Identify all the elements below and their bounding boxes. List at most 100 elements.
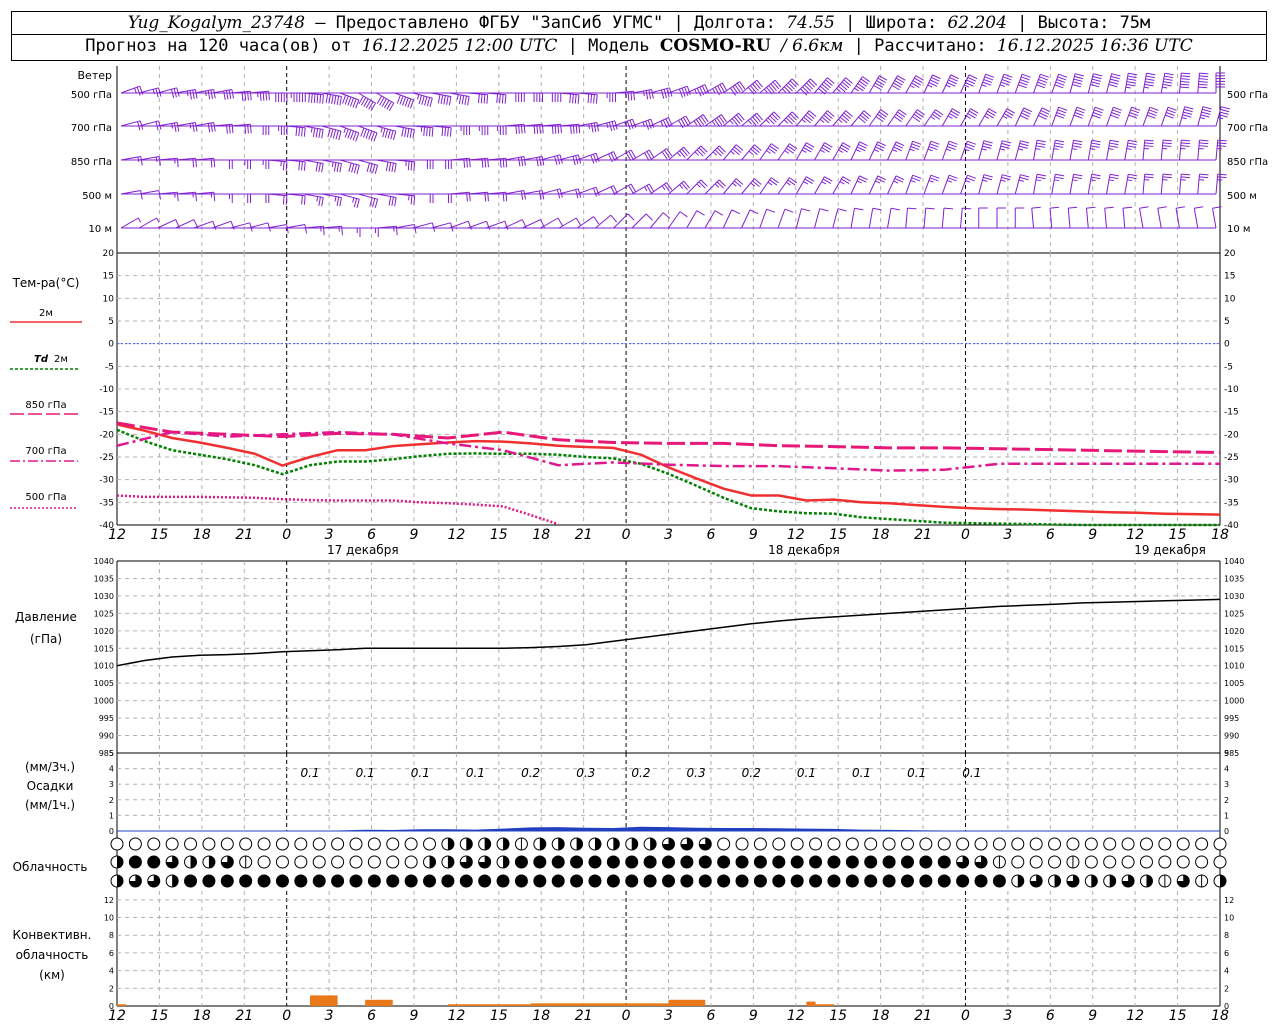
wind-barb-4-60 [1212,208,1217,229]
wind-flag-0-10-2 [316,94,319,104]
cloud-symbol-2-45 [937,874,951,888]
wind-flag-0-29-2 [663,89,667,99]
series-line-t500 [116,494,559,526]
cloud-symbol-1-59 [1195,855,1209,869]
wind-flag-0-47-3 [982,81,992,86]
wind-flag-1-13-0 [373,132,378,142]
xtick-bottom-7: 9 [410,1008,419,1024]
xtick-temp-15: 9 [749,527,758,543]
xtick-temp-2: 18 [193,527,211,543]
wind-barb-4-55 [1122,208,1126,229]
wind-flag-0-18-4 [456,94,459,100]
wind-flag-4-35-0 [766,208,776,213]
wind-level-right-1: 700 гПа [1227,123,1268,134]
wind-barb-2-11 [321,159,342,164]
wind-flag-1-13-5 [360,127,365,137]
wind-flag-0-5-1 [228,89,232,99]
xtick-bottom-12: 0 [622,1008,631,1024]
cloud-symbol-0-41 [864,837,878,851]
pres-ytick-left-2: 1030 [94,592,114,601]
wind-flag-0-19-2 [480,94,483,104]
xtick-bottom-26: 18 [1211,1008,1229,1024]
xtick-temp-25: 15 [1169,527,1187,543]
temp-ytick-right-6: -10 [1224,385,1239,395]
wind-flag-3-51-2 [1054,179,1060,182]
wind-flag-3-12-1 [353,198,358,208]
wind-flag-1-36-4 [783,119,789,124]
wind-flag-1-34-4 [747,120,752,125]
wind-flag-0-58-3 [1180,80,1190,83]
wind-flag-1-9-1 [301,127,303,137]
cloud-symbol-2-23 [533,874,547,888]
pres-ytick-left-3: 1025 [94,609,114,618]
wind-flag-3-50-2 [1035,179,1042,182]
wind-flag-1-29-3 [660,120,664,126]
wind-flag-1-28-2 [645,120,650,130]
wind-flag-0-52-1 [1074,75,1084,80]
precip-label-4: 0.2 [521,766,540,780]
pres-ytick-left-8: 1000 [94,697,114,706]
cloud-symbol-1-40 [845,855,859,869]
wind-flag-1-15-4 [401,127,404,137]
wind-flag-2-50-2 [1035,145,1045,148]
wind-flag-3-10-2 [316,196,319,202]
pres-ytick-right-8: 1000 [1224,697,1244,706]
cloud-symbol-2-21 [496,874,510,888]
wind-barb-4-34 [741,209,751,229]
wind-flag-4-44-0 [925,207,935,210]
cloud-symbol-1-10 [294,855,308,869]
cloud-symbol-1-34 [735,855,749,869]
wind-flag-1-10-0 [321,129,324,139]
wind-barb-4-8 [266,224,287,229]
wind-flag-0-12-1 [352,98,357,108]
wind-flag-4-51-0 [1049,206,1060,209]
wind-flag-3-9-0 [303,195,306,205]
wind-flag-2-50-1 [1036,142,1046,146]
cloud-symbol-0-16 [404,837,418,851]
wind-flag-0-57-2 [1163,78,1173,81]
xtick-temp-5: 3 [325,527,334,543]
wind-flag-1-51-1 [1057,109,1067,114]
xtick-temp-4: 0 [282,527,291,543]
prec-ytick-left-3: 2 [109,796,114,805]
wind-flag-4-50-0 [1031,206,1041,209]
wind-flag-1-46-3 [966,115,971,119]
wind-barb-0-52 [1069,73,1076,94]
temp-title: Тем-ра(°C) [12,276,80,290]
wind-flag-0-25-1 [593,94,595,104]
wind-flag-1-10-3 [312,127,316,137]
wind-flag-0-55-0 [1128,72,1138,76]
wind-barb-3-12 [339,193,360,200]
wind-flag-1-11-0 [338,131,342,140]
wind-flag-2-13-1 [372,164,376,174]
wind-flag-0-18-1 [464,95,467,105]
conv-title-a: Конвективн. [13,928,92,942]
wind-barb-3-13 [358,193,378,200]
xtick-temp-21: 3 [1003,527,1012,543]
wind-flag-0-10-3 [313,93,316,104]
wind-barb-4-15 [394,224,415,229]
wind-flag-0-59-3 [1198,80,1208,83]
wind-flag-1-58-4 [1181,117,1187,120]
wind-flag-1-16-1 [428,127,431,137]
cloud-symbol-1-22 [514,855,528,869]
wind-flag-0-59-4 [1198,83,1208,86]
cloud-half-2-56 [1146,875,1153,887]
wind-flag-0-4-0 [213,89,216,99]
wind-flag-1-9-0 [303,127,306,137]
wind-flag-4-9-0 [304,224,308,234]
wind-flag-3-33-2 [732,182,737,187]
cloud-symbol-0-51 [1048,837,1062,851]
wind-flag-0-57-0 [1164,72,1174,76]
conv-ytick-left-4: 4 [109,967,114,976]
wind-flag-3-43-2 [910,179,916,183]
wind-flag-1-59-4 [1199,117,1205,120]
wind-flag-0-58-1 [1180,75,1191,78]
wind-flag-0-51-2 [1056,78,1066,84]
pres-ytick-right-1: 1035 [1224,574,1244,583]
wind-flag-1-53-1 [1093,109,1103,114]
xtick-bottom-25: 15 [1169,1008,1187,1024]
wind-flag-0-11-2 [333,95,337,105]
wind-flag-2-12-1 [353,164,358,174]
wind-flag-1-25-2 [590,123,594,133]
